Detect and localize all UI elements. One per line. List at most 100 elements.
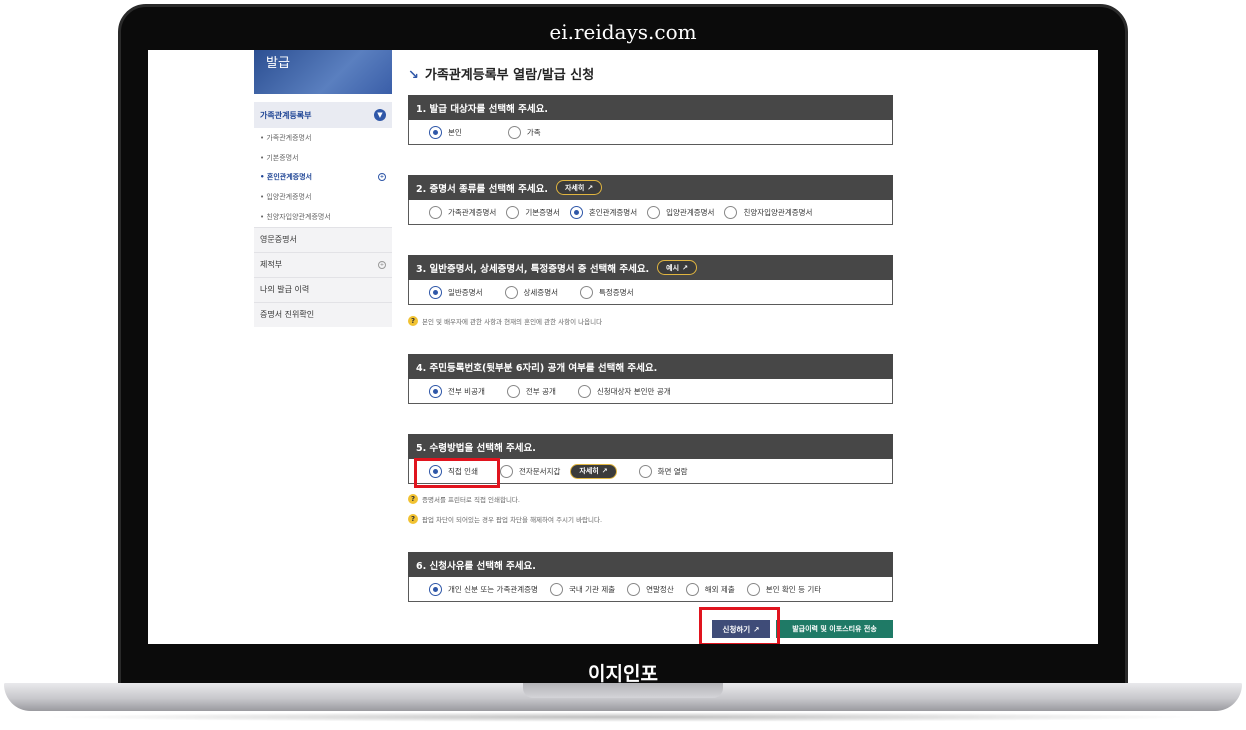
plus-circle-icon: + (378, 260, 386, 269)
section-applicant: 1. 발급 대상자를 선택해 주세요. 본인 가족 (408, 95, 893, 145)
sidebar-menu-label: 제적부 (260, 260, 283, 270)
sidebar: 발급 가족관계등록부 ▼ • 가족관계증명서 • 기본증명서 • 혼인관계증명서… (254, 50, 392, 332)
help-note: ? 증명서를 프린터로 직접 인쇄합니다. (408, 494, 520, 504)
highlight-box-direct-print (414, 458, 500, 488)
radio-group-cert-detail: 일반증명서 상세증명서 특정증명서 (408, 280, 893, 305)
sidebar-menu-label: 증명서 진위확인 (260, 310, 315, 320)
sidebar-item-family-cert[interactable]: • 가족관계증명서 (254, 128, 392, 148)
stage: ei.reidays.com 이지인포 발급 가족관계등록부 ▼ • 가족관계증… (0, 0, 1246, 730)
radio-button[interactable] (724, 205, 738, 219)
radio-button[interactable] (549, 582, 563, 596)
title-mark-icon: ↘ (408, 68, 419, 83)
radio-option[interactable]: 친양자입양관계증명서 (724, 205, 812, 219)
section-heading: 5. 수령방법을 선택해 주세요. (408, 434, 893, 459)
external-link-icon: ↗ (587, 183, 594, 192)
radio-button-selected[interactable] (429, 125, 442, 139)
help-note: ? 팝업 차단이 되어있는 경우 팝업 차단을 해제하여 주시기 바랍니다. (408, 514, 602, 524)
radio-button[interactable] (746, 582, 760, 596)
sidebar-menu-label: 영문증명서 (260, 235, 297, 245)
sidebar-item-label: • 입양관계증명서 (260, 193, 312, 202)
sidebar-header-label: 가족관계등록부 (260, 110, 312, 120)
radio-button[interactable] (504, 285, 518, 299)
sidebar-menu-removed-register[interactable]: 제적부 + (254, 251, 392, 277)
radio-option[interactable]: 일반증명서 (429, 285, 483, 299)
radio-option[interactable]: 국내 기관 제출 (549, 582, 615, 596)
radio-button[interactable] (638, 464, 652, 478)
sidebar-item-label: • 혼인관계증명서 (260, 173, 313, 182)
section-heading: 6. 신청사유를 선택해 주세요. (408, 552, 893, 577)
sidebar-header[interactable]: 가족관계등록부 ▼ (254, 102, 392, 128)
sidebar-menu-label: 나의 발급 이력 (260, 285, 310, 295)
sidebar-banner: 발급 (254, 50, 392, 94)
radio-option[interactable]: 본인 확인 등 기타 (746, 582, 821, 596)
sidebar-item-label: • 기본증명서 (260, 153, 299, 162)
page-title: ↘ 가족관계등록부 열람/발급 신청 (408, 68, 595, 83)
section-heading: 3. 일반증명서, 상세증명서, 특정증명서 중 선택해 주세요. 예시 ↗ (408, 255, 893, 280)
sidebar-item-adoption-cert[interactable]: • 입양관계증명서 (254, 187, 392, 207)
radio-option[interactable]: 입양관계증명서 (647, 205, 714, 219)
radio-option[interactable]: 상세증명서 (504, 285, 558, 299)
sidebar-menu-verify[interactable]: 증명서 진위확인 (254, 301, 392, 327)
screen: 발급 가족관계등록부 ▼ • 가족관계증명서 • 기본증명서 • 혼인관계증명서… (148, 50, 1098, 644)
sidebar-menu-english-cert[interactable]: 영문증명서 (254, 226, 392, 252)
radio-button[interactable] (577, 384, 591, 398)
send-history-button[interactable]: 발급이력 및 이포스티유 전송 (776, 620, 893, 638)
highlight-box-apply (699, 607, 780, 644)
radio-option[interactable]: 본인 (429, 125, 462, 139)
radio-option[interactable]: 가족관계증명서 (429, 205, 496, 219)
radio-group-cert-type: 가족관계증명서 기본증명서 혼인관계증명서 입양관계증명서 친양자입양관계증명서 (408, 200, 893, 225)
section-cert-type: 2. 증명서 종류를 선택해 주세요. 자세히 ↗ 가족관계증명서 기본증명서 혼… (408, 175, 893, 225)
radio-option[interactable]: 전부 공개 (506, 384, 556, 398)
detail-button[interactable]: 자세히 ↗ (555, 180, 603, 195)
laptop-notch (523, 683, 723, 698)
radio-button[interactable] (429, 205, 442, 219)
radio-button[interactable] (685, 582, 699, 596)
radio-option[interactable]: 개인 신분 또는 가족관계증명 (429, 582, 538, 596)
radio-option[interactable]: 특정증명서 (580, 285, 634, 299)
radio-button[interactable] (647, 205, 661, 219)
site-url: ei.reidays.com (549, 20, 697, 44)
radio-button-selected[interactable] (429, 582, 442, 596)
radio-button[interactable] (499, 464, 513, 478)
section-heading: 2. 증명서 종류를 선택해 주세요. 자세히 ↗ (408, 175, 893, 200)
section-reason: 6. 신청사유를 선택해 주세요. 개인 신분 또는 가족관계증명 국내 기관 … (408, 552, 893, 602)
laptop-shadow (40, 712, 1206, 722)
section-cert-detail: 3. 일반증명서, 상세증명서, 특정증명서 중 선택해 주세요. 예시 ↗ 일반… (408, 255, 893, 305)
radio-option[interactable]: 연말정산 (627, 582, 674, 596)
radio-group-reason: 개인 신분 또는 가족관계증명 국내 기관 제출 연말정산 해외 제출 본인 확… (408, 577, 893, 602)
help-note: ? 본인 및 배우자에 관한 사항과 현재의 혼인에 관한 사항이 나옵니다 (408, 316, 602, 326)
sidebar-item-full-adoption-cert[interactable]: • 친양자입양관계증명서 (254, 207, 392, 227)
question-icon: ? (408, 494, 418, 504)
sidebar-item-label: • 친양자입양관계증명서 (260, 213, 331, 222)
radio-button[interactable] (627, 582, 641, 596)
radio-option[interactable]: 전부 비공개 (429, 384, 485, 398)
radio-button[interactable] (580, 285, 593, 299)
sidebar-item-basic-cert[interactable]: • 기본증명서 (254, 148, 392, 168)
section-heading: 1. 발급 대상자를 선택해 주세요. (408, 95, 893, 120)
radio-option[interactable]: 전자문서지갑 자세히 ↗ (499, 463, 617, 479)
radio-group-id-disclosure: 전부 비공개 전부 공개 신청대상자 본인만 공개 (408, 379, 893, 404)
radio-option[interactable]: 가족 (507, 125, 541, 139)
radio-button[interactable] (506, 205, 520, 219)
radio-option[interactable]: 화면 열람 (638, 464, 688, 478)
sidebar-item-label: • 가족관계증명서 (260, 133, 312, 142)
section-id-disclosure: 4. 주민등록번호(뒷부분 6자리) 공개 여부를 선택해 주세요. 전부 비공… (408, 354, 893, 404)
radio-option[interactable]: 해외 제출 (685, 582, 735, 596)
question-icon: ? (408, 514, 418, 524)
sidebar-menu-history[interactable]: 나의 발급 이력 (254, 276, 392, 302)
radio-option[interactable]: 혼인관계증명서 (569, 205, 637, 219)
chevron-down-icon[interactable]: ▼ (374, 109, 386, 121)
radio-button[interactable] (507, 125, 521, 139)
radio-button-selected[interactable] (569, 205, 583, 219)
plus-circle-icon: + (378, 173, 386, 182)
external-link-icon: ↗ (682, 263, 688, 272)
example-button[interactable]: 예시 ↗ (657, 260, 697, 275)
sidebar-item-marriage-cert[interactable]: • 혼인관계증명서 + (254, 168, 392, 188)
radio-option[interactable]: 기본증명서 (506, 205, 560, 219)
section-heading: 4. 주민등록번호(뒷부분 6자리) 공개 여부를 선택해 주세요. (408, 354, 893, 379)
detail-button[interactable]: 자세히 ↗ (570, 463, 617, 479)
radio-option[interactable]: 신청대상자 본인만 공개 (577, 384, 671, 398)
radio-button-selected[interactable] (429, 285, 442, 299)
radio-button-selected[interactable] (429, 384, 442, 398)
radio-button[interactable] (506, 384, 520, 398)
